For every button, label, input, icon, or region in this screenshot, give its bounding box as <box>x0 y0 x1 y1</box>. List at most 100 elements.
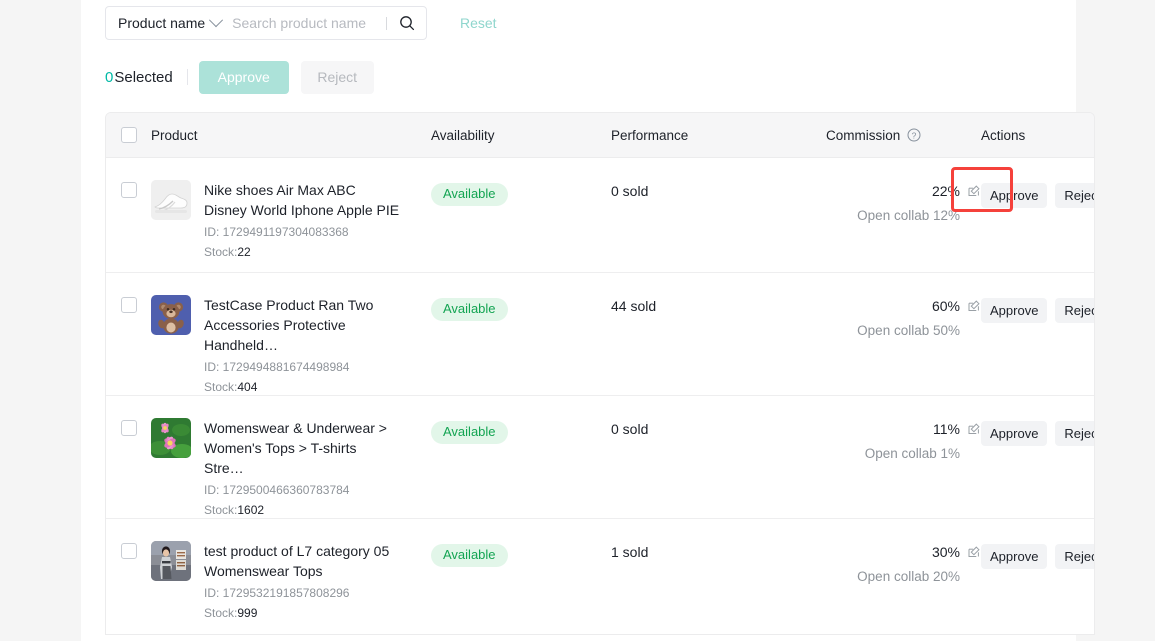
commission-edit-icon[interactable] <box>967 184 981 198</box>
table-row: Womenswear & Underwear > Women's Tops > … <box>106 396 1094 519</box>
table-header-row: Product Availability Performance Commiss… <box>106 113 1094 158</box>
row-reject-button[interactable]: Reject <box>1055 544 1095 569</box>
product-id-prefix: ID: <box>204 360 223 374</box>
open-collab-rate: Open collab 1% <box>826 446 981 461</box>
row-select-checkbox[interactable] <box>121 420 137 436</box>
bulk-action-bar: 0 Selected Approve Reject <box>105 60 374 94</box>
row-select-cell <box>106 158 151 198</box>
product-id-value: 1729532191857808296 <box>223 586 350 600</box>
lotus-flower-thumbnail <box>151 418 191 458</box>
bulk-approve-button[interactable]: Approve <box>199 61 289 94</box>
content-canvas: Product name Reset 0 Selected Approve <box>81 0 1076 641</box>
product-stock-prefix: Stock: <box>204 380 237 394</box>
product-name[interactable]: Nike shoes Air Max ABC Disney World Ipho… <box>204 180 400 220</box>
bulk-divider <box>187 69 188 85</box>
selected-count: 0 <box>105 69 113 86</box>
row-approve-button[interactable]: Approve <box>981 298 1047 323</box>
select-all-checkbox[interactable] <box>121 127 137 143</box>
performance-value: 44 sold <box>611 298 656 314</box>
product-id-prefix: ID: <box>204 586 223 600</box>
nike-shoe-thumbnail <box>151 180 191 220</box>
availability-cell: Available <box>431 273 611 321</box>
column-header-commission: Commission ? <box>826 128 981 143</box>
availability-badge: Available <box>431 544 508 567</box>
row-approve-button[interactable]: Approve <box>981 544 1047 569</box>
product-stock-value: 999 <box>237 606 257 620</box>
commission-value: 30% <box>932 544 960 560</box>
question-circle-icon[interactable]: ? <box>907 128 921 142</box>
product-id: ID: 1729491197304083368 <box>204 224 400 240</box>
column-header-commission-label: Commission <box>826 128 900 143</box>
product-stock: Stock:404 <box>204 379 400 395</box>
product-id-prefix: ID: <box>204 483 223 497</box>
performance-value: 0 sold <box>611 421 648 437</box>
commission-value: 22% <box>932 183 960 199</box>
bulk-reject-button[interactable]: Reject <box>301 61 374 94</box>
table-row: TestCase Product Ran Two Accessories Pro… <box>106 273 1094 396</box>
product-name[interactable]: TestCase Product Ran Two Accessories Pro… <box>204 295 400 355</box>
search-group[interactable]: Product name <box>105 6 427 40</box>
commission-main: 11% <box>826 421 981 437</box>
row-select-cell <box>106 396 151 436</box>
product-id: ID: 1729500466360783784 <box>204 482 400 498</box>
commission-main: 60% <box>826 298 981 314</box>
actions-cell: Approve Reject <box>981 273 1094 323</box>
open-collab-rate: Open collab 50% <box>826 323 981 338</box>
search-input[interactable] <box>232 15 384 31</box>
availability-badge: Available <box>431 421 508 444</box>
search-field-select[interactable]: Product name <box>118 16 221 30</box>
column-header-performance: Performance <box>611 128 826 143</box>
product-stock-value: 1602 <box>237 503 264 517</box>
search-icon <box>399 15 415 31</box>
product-stock-prefix: Stock: <box>204 606 237 620</box>
product-id: ID: 1729494881674498984 <box>204 359 400 375</box>
reset-button[interactable]: Reset <box>460 15 497 31</box>
actions-cell: Approve Reject <box>981 396 1094 446</box>
performance-cell: 0 sold <box>611 396 826 439</box>
filter-bar: Product name Reset <box>105 6 497 40</box>
commission-edit-icon[interactable] <box>967 299 981 313</box>
commission-edit-icon[interactable] <box>967 545 981 559</box>
product-name[interactable]: test product of L7 category 05 Womenswea… <box>204 541 400 581</box>
chevron-down-icon <box>209 13 223 27</box>
product-stock: Stock:22 <box>204 244 400 260</box>
product-id: ID: 1729532191857808296 <box>204 585 400 601</box>
product-stock: Stock:1602 <box>204 502 400 518</box>
product-id-value: 1729500466360783784 <box>223 483 350 497</box>
row-select-checkbox[interactable] <box>121 182 137 198</box>
search-field-label: Product name <box>118 16 205 30</box>
column-header-availability: Availability <box>431 128 611 143</box>
commission-cell: 30% Open collab 20% <box>826 519 981 584</box>
page-root: Product name Reset 0 Selected Approve <box>0 0 1155 641</box>
products-table: Product Availability Performance Commiss… <box>105 112 1095 635</box>
product-stock-value: 22 <box>237 245 250 259</box>
performance-cell: 1 sold <box>611 519 826 562</box>
commission-cell: 11% Open collab 1% <box>826 396 981 461</box>
row-select-cell <box>106 273 151 313</box>
row-select-checkbox[interactable] <box>121 543 137 559</box>
performance-value: 1 sold <box>611 544 648 560</box>
column-header-product: Product <box>151 128 431 143</box>
bear-toy-thumbnail <box>151 295 191 335</box>
actions-cell: Approve Reject <box>981 519 1094 569</box>
left-gutter <box>0 0 81 641</box>
commission-value: 60% <box>932 298 960 314</box>
product-id-value: 1729491197304083368 <box>223 225 349 239</box>
search-button[interactable] <box>396 12 418 34</box>
svg-text:?: ? <box>912 130 917 140</box>
product-name[interactable]: Womenswear & Underwear > Women's Tops > … <box>204 418 400 478</box>
row-approve-button[interactable]: Approve <box>981 421 1047 446</box>
table-body: Nike shoes Air Max ABC Disney World Ipho… <box>106 158 1094 634</box>
row-reject-button[interactable]: Reject <box>1055 298 1095 323</box>
commission-main: 30% <box>826 544 981 560</box>
row-approve-button[interactable]: Approve <box>981 183 1047 208</box>
model-photo-thumbnail <box>151 541 191 581</box>
table-row: test product of L7 category 05 Womenswea… <box>106 519 1094 634</box>
select-all-cell <box>106 127 151 143</box>
table-row: Nike shoes Air Max ABC Disney World Ipho… <box>106 158 1094 273</box>
commission-edit-icon[interactable] <box>967 422 981 436</box>
row-reject-button[interactable]: Reject <box>1055 421 1095 446</box>
row-select-checkbox[interactable] <box>121 297 137 313</box>
row-reject-button[interactable]: Reject <box>1055 183 1095 208</box>
open-collab-rate: Open collab 20% <box>826 569 981 584</box>
